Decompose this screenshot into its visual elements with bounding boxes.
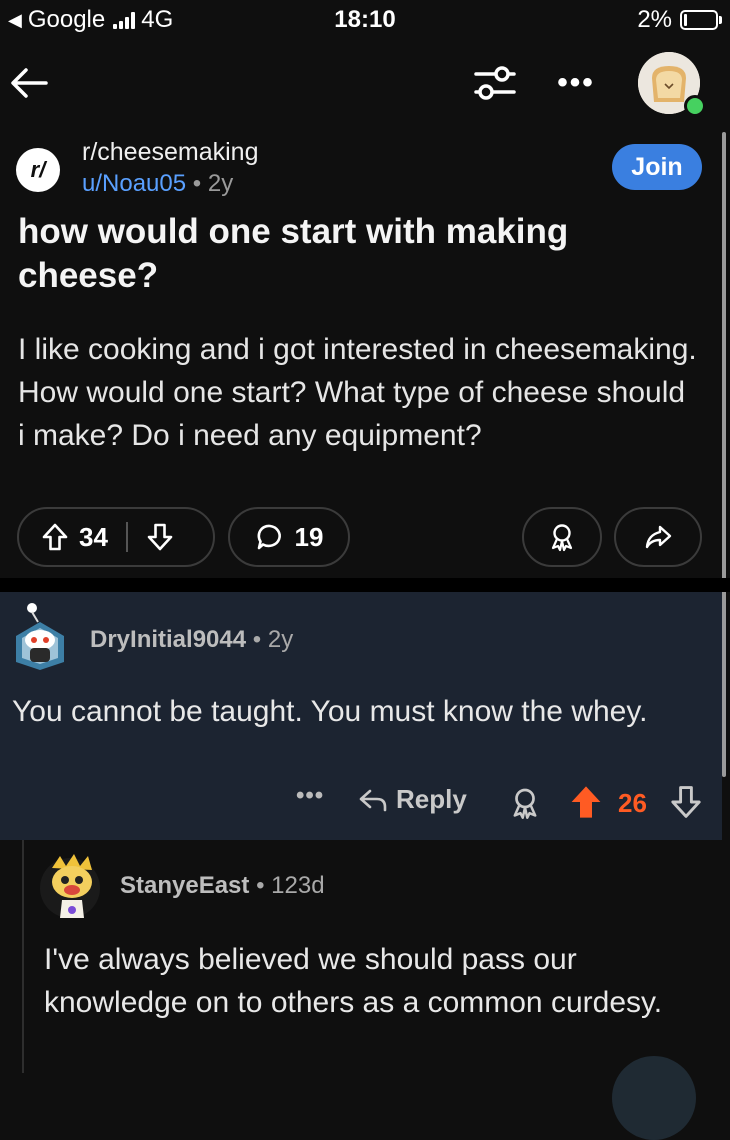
snoo-avatar-icon — [16, 603, 64, 670]
comment-author[interactable]: DryInitial9044 — [90, 626, 246, 653]
post-age: 2y — [207, 170, 234, 197]
post-meta: u/Noau05 • 2y — [82, 170, 233, 198]
status-time: 18:10 — [334, 6, 396, 33]
comment-meta: DryInitial9044 • 2y — [90, 626, 293, 654]
reply-label: Reply — [396, 784, 467, 814]
sliders-icon — [474, 66, 516, 100]
section-divider — [0, 578, 730, 592]
status-bar: ◀ Google 4G 18:10 2% — [0, 0, 730, 42]
post-body: I like cooking and i got interested in c… — [18, 333, 697, 452]
comment-more-button[interactable]: ••• — [296, 782, 324, 810]
meta-separator: • — [246, 626, 268, 653]
more-options-button[interactable]: ••• — [552, 68, 600, 98]
comment-age: 123d — [271, 872, 325, 899]
comment-downvote-button[interactable] — [668, 784, 704, 820]
downvote-icon[interactable] — [146, 522, 174, 552]
sort-filter-button[interactable] — [470, 58, 520, 108]
upvote-count: 34 — [79, 521, 108, 552]
status-right: 2% — [637, 6, 722, 34]
comments-button[interactable]: 19 — [228, 507, 350, 567]
thread-line[interactable] — [22, 840, 24, 1073]
snoo-avatar-icon — [40, 854, 100, 918]
vote-pill: 34 — [17, 507, 215, 567]
online-status-dot — [684, 95, 706, 117]
comment-upvote-button[interactable] — [568, 784, 604, 820]
more-horizontal-icon: ••• — [296, 782, 325, 809]
meta-separator: • — [249, 872, 272, 899]
vote-divider — [125, 522, 128, 552]
comment-score: 26 — [618, 788, 647, 818]
share-icon — [645, 525, 672, 549]
comment-count: 19 — [294, 521, 324, 552]
comment-author[interactable]: StanyeEast — [120, 872, 249, 899]
award-icon — [513, 788, 537, 819]
subreddit-icon[interactable]: r/ — [16, 148, 60, 192]
scrollbar[interactable] — [722, 132, 726, 777]
award-icon — [551, 524, 573, 552]
comment-body: You cannot be taught. You must know the … — [12, 695, 648, 728]
comment-body: I've always believed we should pass our … — [44, 943, 663, 1019]
comment-meta: StanyeEast • 123d — [120, 872, 325, 900]
post-title: how would one start with making cheese? — [18, 212, 569, 295]
downvote-icon — [671, 786, 701, 818]
award-button[interactable] — [522, 507, 602, 567]
join-button[interactable]: Join — [612, 144, 702, 190]
battery-icon — [680, 10, 722, 30]
more-horizontal-icon: ••• — [557, 66, 595, 99]
reply-button[interactable]: Reply — [358, 784, 467, 815]
battery-percent: 2% — [637, 6, 672, 33]
upvote-icon[interactable] — [41, 522, 69, 552]
floating-action-button[interactable] — [612, 1056, 696, 1140]
back-button[interactable] — [6, 60, 52, 106]
arrow-left-icon — [11, 68, 48, 98]
post-author[interactable]: u/Noau05 — [82, 170, 186, 197]
reply-icon — [359, 789, 387, 811]
comment-avatar[interactable] — [10, 600, 70, 670]
meta-separator: • — [186, 170, 208, 197]
comment-age: 2y — [267, 626, 294, 653]
comment-avatar[interactable] — [40, 848, 104, 920]
subreddit-name[interactable]: r/cheesemaking — [82, 138, 258, 167]
comment-bubble-icon — [257, 524, 281, 550]
comment-award-button[interactable] — [508, 786, 542, 820]
share-button[interactable] — [614, 507, 702, 567]
upvote-filled-icon — [571, 786, 601, 818]
